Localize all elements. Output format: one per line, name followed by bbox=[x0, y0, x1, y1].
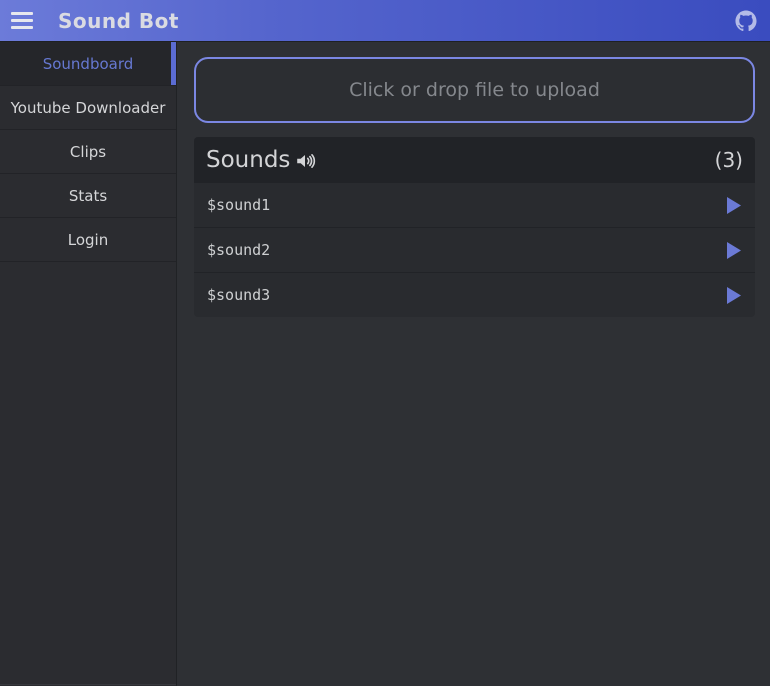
sound-name: $sound2 bbox=[207, 241, 270, 259]
top-bar: Sound Bot bbox=[0, 0, 770, 42]
sound-row: $sound1 bbox=[194, 182, 755, 227]
play-sound-button[interactable] bbox=[724, 241, 742, 259]
sidebar: Soundboard Youtube Downloader Clips Stat… bbox=[0, 42, 177, 686]
sound-name: $sound3 bbox=[207, 286, 270, 304]
github-icon bbox=[735, 10, 757, 32]
sidebar-item-label: Login bbox=[68, 231, 108, 249]
sidebar-item-label: Clips bbox=[70, 143, 106, 161]
play-icon bbox=[726, 287, 741, 304]
play-sound-button[interactable] bbox=[724, 286, 742, 304]
play-icon bbox=[726, 242, 741, 259]
hamburger-icon bbox=[11, 12, 33, 15]
sounds-panel: Sounds (3) $sound1 bbox=[194, 137, 755, 317]
play-sound-button[interactable] bbox=[724, 196, 742, 214]
file-upload-dropzone[interactable]: Click or drop file to upload bbox=[194, 57, 755, 123]
sidebar-item-label: Youtube Downloader bbox=[11, 99, 166, 117]
upload-label: Click or drop file to upload bbox=[349, 79, 600, 101]
sounds-title-label: Sounds bbox=[206, 147, 290, 173]
sound-row: $sound2 bbox=[194, 227, 755, 272]
app-title: Sound Bot bbox=[58, 9, 179, 33]
main-content: Click or drop file to upload Sounds (3) … bbox=[178, 42, 770, 686]
speaker-icon bbox=[294, 148, 316, 172]
sidebar-item-soundboard[interactable]: Soundboard bbox=[0, 42, 176, 86]
sound-name: $sound1 bbox=[207, 196, 270, 214]
sidebar-item-stats[interactable]: Stats bbox=[0, 174, 176, 218]
sidebar-item-label: Stats bbox=[69, 187, 107, 205]
play-icon bbox=[726, 197, 741, 214]
sidebar-item-label: Soundboard bbox=[43, 55, 134, 73]
sidebar-item-youtube-downloader[interactable]: Youtube Downloader bbox=[0, 86, 176, 130]
github-link[interactable] bbox=[734, 9, 758, 33]
sound-row: $sound3 bbox=[194, 272, 755, 317]
sounds-count: (3) bbox=[715, 148, 743, 172]
hamburger-menu-button[interactable] bbox=[2, 0, 42, 42]
sidebar-item-login[interactable]: Login bbox=[0, 218, 176, 262]
sounds-title: Sounds bbox=[206, 147, 316, 173]
sounds-header: Sounds (3) bbox=[194, 137, 755, 182]
sidebar-item-clips[interactable]: Clips bbox=[0, 130, 176, 174]
